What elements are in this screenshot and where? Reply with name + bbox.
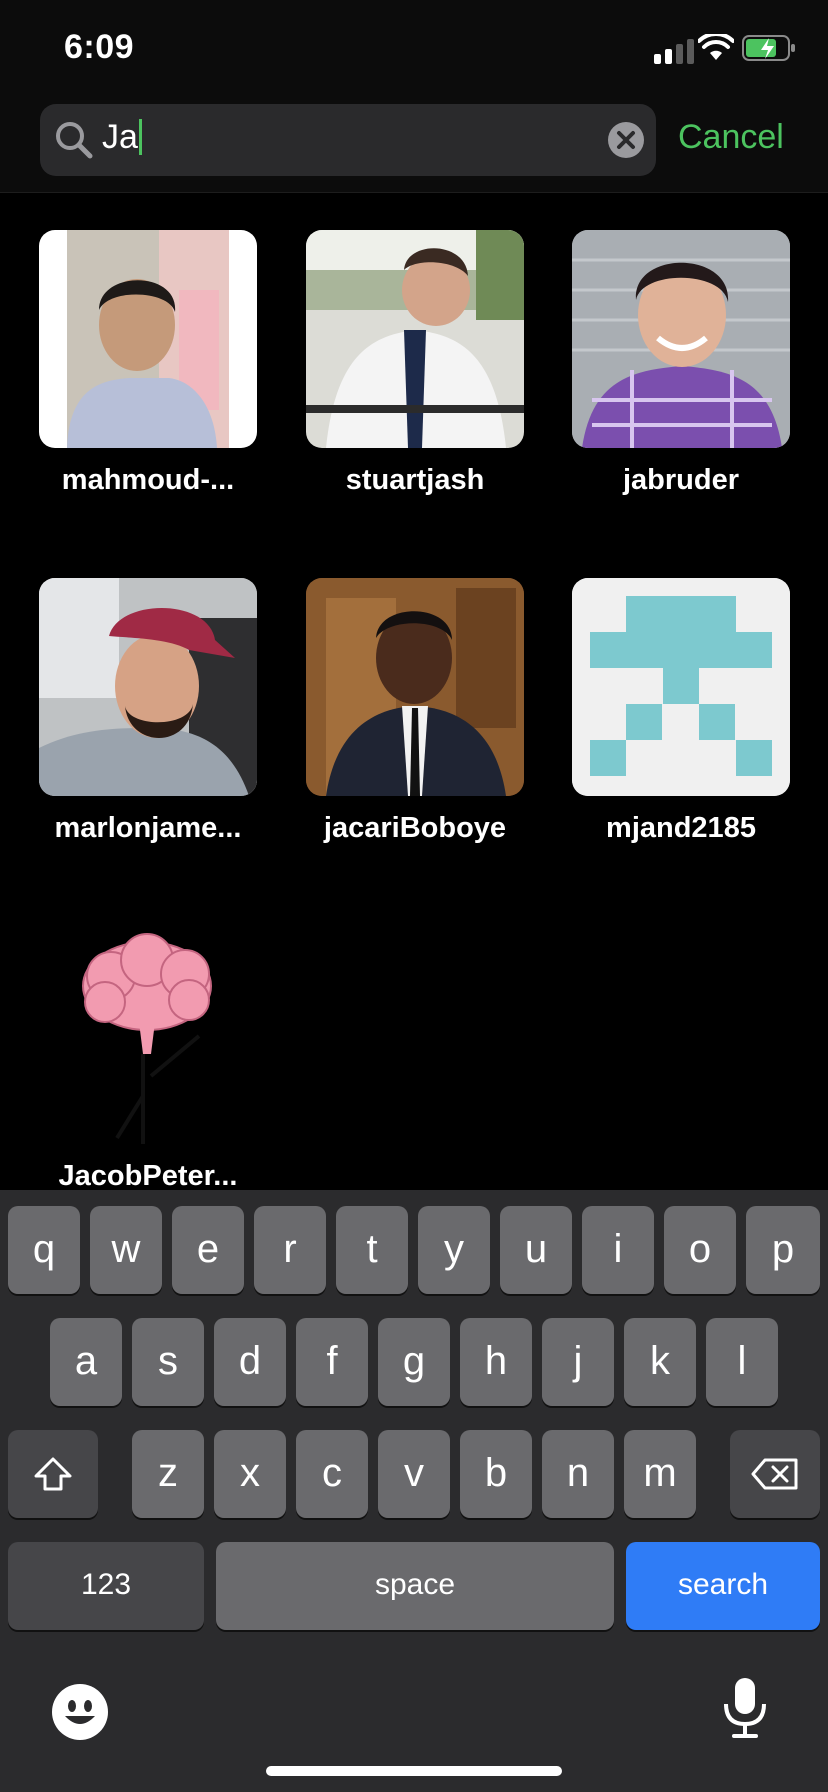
numbers-key[interactable]: 123	[8, 1542, 204, 1630]
key-x[interactable]: x	[214, 1430, 286, 1518]
home-indicator[interactable]	[266, 1766, 562, 1776]
result-item[interactable]: mjand2185	[572, 578, 790, 845]
avatar	[39, 230, 257, 448]
backspace-icon	[751, 1458, 798, 1490]
key-n[interactable]: n	[542, 1430, 614, 1518]
microphone-icon[interactable]	[722, 1676, 768, 1740]
key-o[interactable]: o	[664, 1206, 736, 1294]
result-username: stuartjash	[345, 464, 485, 496]
key-t[interactable]: t	[336, 1206, 408, 1294]
search-input[interactable]: Ja	[40, 104, 656, 176]
key-q[interactable]: q	[8, 1206, 80, 1294]
result-item[interactable]: jacariBoboye	[306, 578, 524, 845]
battery-charging-icon	[742, 35, 795, 61]
delete-key[interactable]	[730, 1430, 820, 1518]
avatar	[306, 578, 524, 796]
clear-search-icon[interactable]	[608, 122, 644, 158]
key-a[interactable]: a	[50, 1318, 122, 1406]
result-item[interactable]: JacobPeter...	[39, 926, 257, 1193]
status-time: 6:09	[64, 28, 135, 66]
emoji-icon[interactable]	[52, 1684, 108, 1740]
key-e[interactable]: e	[172, 1206, 244, 1294]
keyboard: q w e r t y u i o p a s d f g h j k l z …	[0, 1190, 828, 1792]
key-c[interactable]: c	[296, 1430, 368, 1518]
avatar	[39, 926, 257, 1144]
avatar	[39, 578, 257, 796]
shift-key[interactable]	[8, 1430, 98, 1518]
key-m[interactable]: m	[624, 1430, 696, 1518]
result-item[interactable]: stuartjash	[306, 230, 524, 497]
text-caret	[138, 119, 142, 156]
key-r[interactable]: r	[254, 1206, 326, 1294]
shift-icon	[34, 1457, 72, 1491]
search-query: Ja	[102, 118, 142, 157]
search-bar: Ja Cancel	[0, 96, 828, 193]
key-d[interactable]: d	[214, 1318, 286, 1406]
key-h[interactable]: h	[460, 1318, 532, 1406]
result-username: jacariBoboye	[323, 812, 507, 844]
result-username: jabruder	[622, 464, 740, 496]
key-f[interactable]: f	[296, 1318, 368, 1406]
cellular-signal-icon	[654, 34, 698, 64]
result-item[interactable]: jabruder	[572, 230, 790, 497]
key-g[interactable]: g	[378, 1318, 450, 1406]
space-key[interactable]: space	[216, 1542, 614, 1630]
avatar	[572, 230, 790, 448]
key-w[interactable]: w	[90, 1206, 162, 1294]
key-s[interactable]: s	[132, 1318, 204, 1406]
key-z[interactable]: z	[132, 1430, 204, 1518]
key-y[interactable]: y	[418, 1206, 490, 1294]
key-p[interactable]: p	[746, 1206, 820, 1294]
result-username: mjand2185	[606, 812, 756, 844]
status-bar: 6:09	[0, 0, 828, 96]
result-username: JacobPeter...	[58, 1160, 238, 1192]
search-key[interactable]: search	[626, 1542, 820, 1630]
key-j[interactable]: j	[542, 1318, 614, 1406]
result-username: marlonjame...	[54, 812, 242, 844]
key-k[interactable]: k	[624, 1318, 696, 1406]
key-i[interactable]: i	[582, 1206, 654, 1294]
key-u[interactable]: u	[500, 1206, 572, 1294]
key-b[interactable]: b	[460, 1430, 532, 1518]
wifi-icon	[698, 34, 734, 60]
cancel-button[interactable]: Cancel	[678, 118, 784, 157]
avatar	[572, 578, 790, 796]
key-l[interactable]: l	[706, 1318, 778, 1406]
result-item[interactable]: mahmoud-...	[39, 230, 257, 497]
key-v[interactable]: v	[378, 1430, 450, 1518]
avatar	[306, 230, 524, 448]
result-item[interactable]: marlonjame...	[39, 578, 257, 845]
result-username: mahmoud-...	[61, 464, 235, 496]
search-icon	[56, 122, 93, 159]
